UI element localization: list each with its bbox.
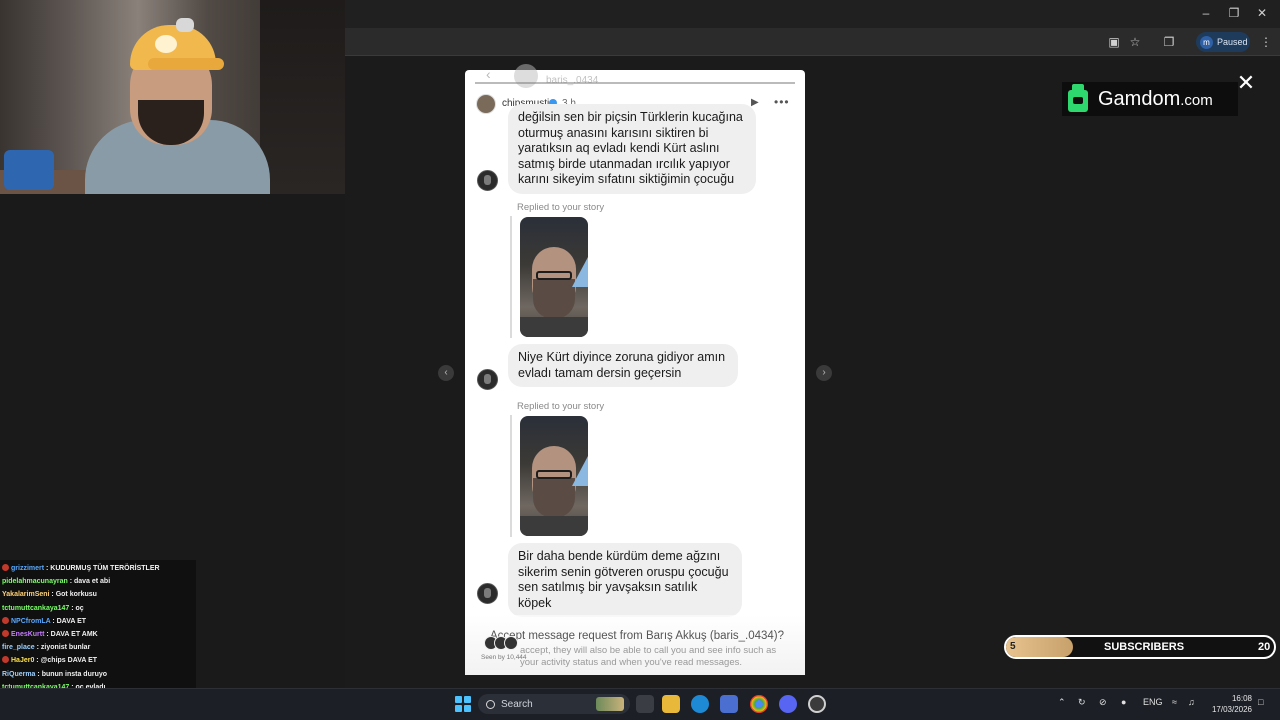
chat-text: : ziyonist bunlar [34,644,91,652]
sync-icon[interactable]: ↻ [1078,697,1086,708]
taskbar-clock[interactable]: 16:08 17/03/2026 [1210,693,1252,715]
accept-request-subtitle: accept, they will also be able to call y… [520,645,777,668]
chat-username[interactable]: NPCfromLA [11,618,50,625]
chat-message: grizzimert : KUDURMUŞ TÜM TERÖRİSTLER [2,562,160,575]
chat-badge-icon [2,616,9,624]
message-bubble: Niye Kürt diyince zoruna gidiyor amın ev… [508,344,738,387]
reply-bar [510,216,512,338]
chrome-icon[interactable] [750,695,768,713]
chat-message: pidelahmacunayran : dava et abi [2,575,110,588]
chat-username[interactable]: EnesKurtt [11,631,44,638]
volume-icon[interactable]: ♫ [1188,697,1195,707]
chat-text: : bunun insta duruyo [35,670,108,678]
message-bubble: değilsin sen bir piçsin Türklerin kucağı… [508,104,756,194]
edge-icon[interactable] [691,695,709,713]
subscriber-goal: 20 [1258,641,1271,653]
search-label: Search [501,698,533,710]
chat-username[interactable]: RiQuerma [2,671,35,678]
profile-status: Paused [1217,37,1248,47]
search-icon [486,699,495,709]
ghost-username: baris_.0434 [546,75,599,86]
sender-avatar [477,170,498,191]
subscriber-label: SUBSCRIBERS [1104,641,1185,653]
microphone-icon[interactable]: ● [1121,697,1126,707]
reply-bar [510,415,512,537]
seen-avatars[interactable] [484,636,520,650]
story-thumbnail[interactable] [520,416,588,536]
chat-message: EnesKurtt : DAVA ET AMK [2,628,98,641]
close-viewer-icon[interactable]: ✕ [1235,70,1257,96]
chat-username[interactable]: grizzimert [11,565,44,572]
replied-label: Replied to your story [517,401,605,412]
sponsor-name: Gamdom.com [1098,87,1213,110]
search-highlight-image [596,697,624,711]
chat-message: tctumuttcankaya147 : oç [2,602,84,615]
chat-text: : DAVA ET AMK [44,631,98,638]
discord-icon[interactable] [779,695,797,713]
seen-by-count[interactable]: Seen by 10,444 [481,654,527,661]
network-off-icon[interactable]: ⊘ [1099,697,1107,708]
chat-message: NPCfromLA : DAVA ET [2,615,86,628]
chat-text: : oç [69,604,84,612]
tray-expand-icon[interactable]: ⌃ [1058,697,1066,708]
bookmark-star-icon[interactable]: ☆ [1127,34,1143,50]
chat-text: : KUDURMUŞ TÜM TERÖRİSTLER [44,565,160,572]
subscriber-goal-fill [1006,637,1073,657]
clock-time: 16:08 [1231,694,1252,703]
message-bubble: Bir daha bende kürdüm deme ağzını sikeri… [508,543,742,617]
chat-badge-icon [2,564,9,571]
sender-avatar [477,583,498,604]
chat-username[interactable]: YakalarimSeni [2,591,49,598]
chat-badge-icon [2,630,9,637]
play-icon[interactable]: ▶ [751,97,759,108]
accept-request-title: Accept message request from Barış Akkuş … [490,630,785,642]
close-window-icon[interactable]: ✕ [1254,6,1270,20]
chat-badge-icon [2,656,9,664]
minimize-icon[interactable]: – [1198,6,1214,20]
subscriber-count: 5 [1010,641,1016,652]
more-options-icon[interactable]: ••• [774,95,790,109]
webcam-overlay [0,0,345,194]
chat-message: YakalarimSeni : Got korkusu [2,588,97,601]
browser-menu-icon[interactable]: ⋮ [1258,34,1274,50]
chat-text: : Got korkusu [49,591,97,599]
gamdom-logo-icon [1066,84,1090,114]
sender-avatar [477,369,498,390]
chat-username[interactable]: HaJer0 [11,657,34,664]
notification-icon[interactable]: □ [1258,697,1263,707]
chat-message: fire_place : ziyonist bunlar [2,641,90,654]
clock-date: 17/03/2026 [1211,705,1252,714]
sponsor-banner: Gamdom.com [1062,82,1238,116]
windows-start-icon[interactable] [455,696,471,712]
ghost-avatar [514,64,538,88]
chat-text: : dava et abi [67,578,111,586]
ghost-back-icon: ‹ [486,66,491,82]
story-thumbnail[interactable] [520,217,588,337]
profile-avatar: m [1200,35,1213,49]
chat-username[interactable]: fire_place [2,644,35,651]
taskbar-search[interactable]: Search [478,694,630,714]
prev-story-icon[interactable]: ‹ [438,365,454,381]
story-author-avatar[interactable] [476,94,496,114]
chat-text: : @chips DAVA ET [34,657,98,665]
wifi-icon[interactable]: ≈ [1172,697,1177,707]
maximize-icon[interactable]: ❐ [1226,6,1242,20]
replied-label: Replied to your story [517,202,605,213]
task-view-icon[interactable] [636,695,654,713]
chat-message: RiQuerma : bunun insta duruyo [2,668,107,681]
chat-message: HaJer0 : @chips DAVA ET [2,654,97,667]
extensions-icon[interactable]: ❐ [1161,34,1177,50]
install-app-icon[interactable]: ▣ [1106,34,1122,50]
obs-icon[interactable] [808,695,826,713]
language-indicator[interactable]: ENG [1143,697,1163,707]
file-explorer-icon[interactable] [662,695,680,713]
profile-button[interactable]: m Paused [1196,32,1250,52]
store-icon[interactable] [720,695,738,713]
next-story-icon[interactable]: › [816,365,832,381]
chat-username[interactable]: pidelahmacunayran [2,578,68,585]
story-progress-bar [475,82,795,84]
chat-username[interactable]: tctumuttcankaya147 [2,605,69,612]
chat-text: : DAVA ET [50,617,87,625]
